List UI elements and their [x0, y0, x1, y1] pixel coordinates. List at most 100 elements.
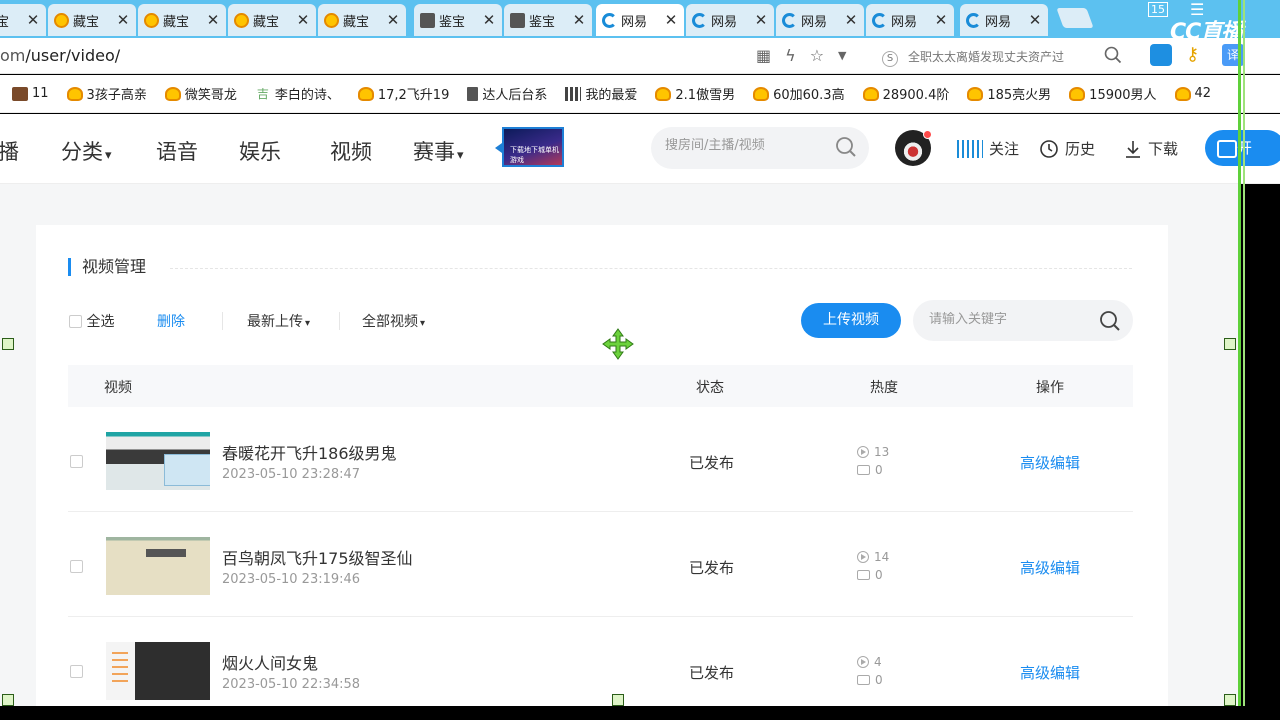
resize-handle[interactable]	[2, 338, 14, 350]
close-icon[interactable]: ✕	[664, 11, 678, 29]
promo-banner[interactable]: 下载地下城单机游戏	[502, 127, 564, 167]
search-icon[interactable]	[1099, 310, 1121, 336]
resize-handle[interactable]	[612, 694, 624, 706]
video-thumbnail[interactable]	[106, 642, 210, 700]
advanced-edit-link[interactable]: 高级编辑	[1020, 662, 1080, 683]
bookmarks-bar: 11 3孩子高亲 微笑哥龙 吉李白的诗、 17,2飞升19 达人后台系 我的最爱 2.1傲雪男…	[0, 75, 1280, 113]
bilibili-icon	[234, 12, 249, 28]
video-thumbnail[interactable]	[106, 537, 210, 595]
bookmark-item[interactable]: 达人后台系	[467, 84, 547, 103]
browser-tab[interactable]: 藏宝 ✕	[48, 4, 136, 36]
close-icon[interactable]: ✕	[206, 11, 220, 29]
nav-item[interactable]: 播	[0, 136, 19, 166]
bookmark-item[interactable]: 28900.4阶	[862, 84, 949, 103]
video-title[interactable]: 烟火人间女鬼	[222, 650, 318, 674]
nav-item[interactable]: 赛事 ▾	[413, 136, 464, 166]
bookmark-item[interactable]: 3孩子高亲	[66, 84, 147, 103]
row-checkbox[interactable]	[70, 560, 83, 573]
resize-handle[interactable]	[2, 694, 14, 706]
browser-tab[interactable]: 网易 ✕	[596, 4, 684, 36]
cloud-extension-icon[interactable]	[1150, 44, 1172, 66]
bookmark-item[interactable]: 17,2飞升19	[357, 84, 449, 103]
url-field[interactable]: om/user/video/	[0, 46, 120, 65]
delete-button[interactable]: 删除	[157, 311, 185, 331]
search-icon[interactable]	[835, 136, 857, 162]
nav-item[interactable]: 语音	[156, 136, 198, 166]
filter-dropdown[interactable]: 全部视频 ▾	[362, 311, 425, 331]
tab-count-badge[interactable]: 15	[1148, 2, 1168, 17]
close-icon[interactable]: ✕	[482, 11, 496, 29]
select-all-checkbox[interactable]: 全选	[69, 311, 114, 331]
history-link[interactable]: 历史	[1039, 138, 1095, 159]
close-icon[interactable]: ✕	[844, 11, 858, 29]
row-checkbox[interactable]	[70, 455, 83, 468]
video-thumbnail[interactable]	[106, 432, 210, 490]
cc-live-icon	[872, 12, 887, 28]
qr-code-icon[interactable]: ▦	[756, 46, 771, 65]
bookmark-item[interactable]: 42	[1174, 86, 1211, 101]
video-title[interactable]: 百鸟朝凤飞升175级智圣仙	[222, 545, 413, 569]
cc-live-icon	[692, 12, 707, 28]
comment-count-value: 0	[875, 568, 883, 582]
close-icon[interactable]: ✕	[1028, 11, 1042, 29]
nav-item[interactable]: 分类 ▾	[61, 136, 112, 166]
browser-tab[interactable]: 网易 ✕	[960, 4, 1048, 36]
keyword-search-input[interactable]	[929, 312, 1089, 327]
comment-count: 0	[857, 568, 883, 582]
close-icon[interactable]: ✕	[116, 11, 130, 29]
close-icon[interactable]: ✕	[296, 11, 310, 29]
browser-tab[interactable]: 网易 ✕	[866, 4, 954, 36]
browser-tab[interactable]: 藏宝 ✕	[228, 4, 316, 36]
bookmark-item[interactable]: 15900男人	[1069, 84, 1157, 103]
close-icon[interactable]: ✕	[26, 11, 40, 29]
advanced-edit-link[interactable]: 高级编辑	[1020, 557, 1080, 578]
news-ticker-text: 全职太太离婚发现丈夫资产过	[908, 50, 1065, 64]
ji-icon: 吉	[256, 86, 269, 101]
browser-tab[interactable]: 藏宝 ✕	[318, 4, 406, 36]
bookmark-item[interactable]: 60加60.3高	[753, 84, 845, 103]
nav-item[interactable]: 娱乐	[239, 136, 281, 166]
close-icon[interactable]: ✕	[754, 11, 768, 29]
move-cursor-icon[interactable]	[602, 328, 634, 360]
browser-tab[interactable]: 藏宝 ✕	[0, 4, 46, 36]
bookmark-item[interactable]: 185亮火男	[967, 84, 1051, 103]
star-bookmark-icon[interactable]: ☆	[810, 46, 824, 65]
close-icon[interactable]: ✕	[572, 11, 586, 29]
sort-dropdown[interactable]: 最新上传 ▾	[247, 311, 310, 331]
bookmark-item[interactable]: 11	[12, 86, 49, 101]
address-search-icon[interactable]	[1104, 46, 1122, 68]
bookmark-item[interactable]: 我的最爱	[565, 84, 637, 103]
resize-handle[interactable]	[1224, 694, 1236, 706]
close-icon[interactable]: ✕	[386, 11, 400, 29]
nav-item[interactable]: 视频	[330, 136, 372, 166]
bookmark-item[interactable]: 吉李白的诗、	[255, 84, 340, 104]
key-extension-icon[interactable]: ⚷	[1186, 44, 1208, 66]
bilibili-icon	[144, 12, 159, 28]
advanced-edit-link[interactable]: 高级编辑	[1020, 452, 1080, 473]
lightning-icon[interactable]: ϟ	[785, 46, 796, 65]
bookmark-label: 60加60.3高	[773, 88, 845, 103]
chevron-down-icon[interactable]: ▼	[838, 46, 846, 65]
browser-tab-strip: 藏宝 ✕ 藏宝 ✕ 藏宝 ✕ 藏宝 ✕ 藏宝 ✕ 鉴宝 ✕ 鉴宝 ✕ 网易 ✕ 网易 ✕ 网易 ✕ 网易 ✕ 网易 ✕ 15 …	[0, 0, 1280, 45]
header-search-input[interactable]	[665, 138, 825, 153]
resize-handle[interactable]	[1224, 338, 1236, 350]
column-status: 状态	[696, 380, 724, 396]
browser-tab[interactable]: 网易 ✕	[686, 4, 774, 36]
browser-tab[interactable]: 鉴宝 ✕	[504, 4, 592, 36]
browser-tab[interactable]: 藏宝 ✕	[138, 4, 226, 36]
browser-tab[interactable]: 鉴宝 ✕	[414, 4, 502, 36]
browser-tab[interactable]: 网易 ✕	[776, 4, 864, 36]
close-icon[interactable]: ✕	[934, 11, 948, 29]
video-date: 2023-05-10 22:34:58	[222, 677, 361, 692]
row-checkbox[interactable]	[70, 665, 83, 678]
bilibili-icon	[164, 86, 181, 101]
bookmark-item[interactable]: 微笑哥龙	[164, 84, 237, 103]
new-tab-button[interactable]	[1056, 8, 1094, 28]
download-link[interactable]: 下载	[1124, 138, 1178, 159]
upload-video-button[interactable]: 上传视频	[801, 303, 901, 338]
comment-icon	[857, 675, 870, 685]
bookmark-item[interactable]: 2.1傲雪男	[655, 84, 735, 103]
follow-link[interactable]: 关注	[957, 138, 1019, 159]
video-title[interactable]: 春暖花开飞升186级男鬼	[222, 440, 397, 464]
news-ticker[interactable]: S 全职太太离婚发现丈夫资产过	[882, 48, 1064, 67]
